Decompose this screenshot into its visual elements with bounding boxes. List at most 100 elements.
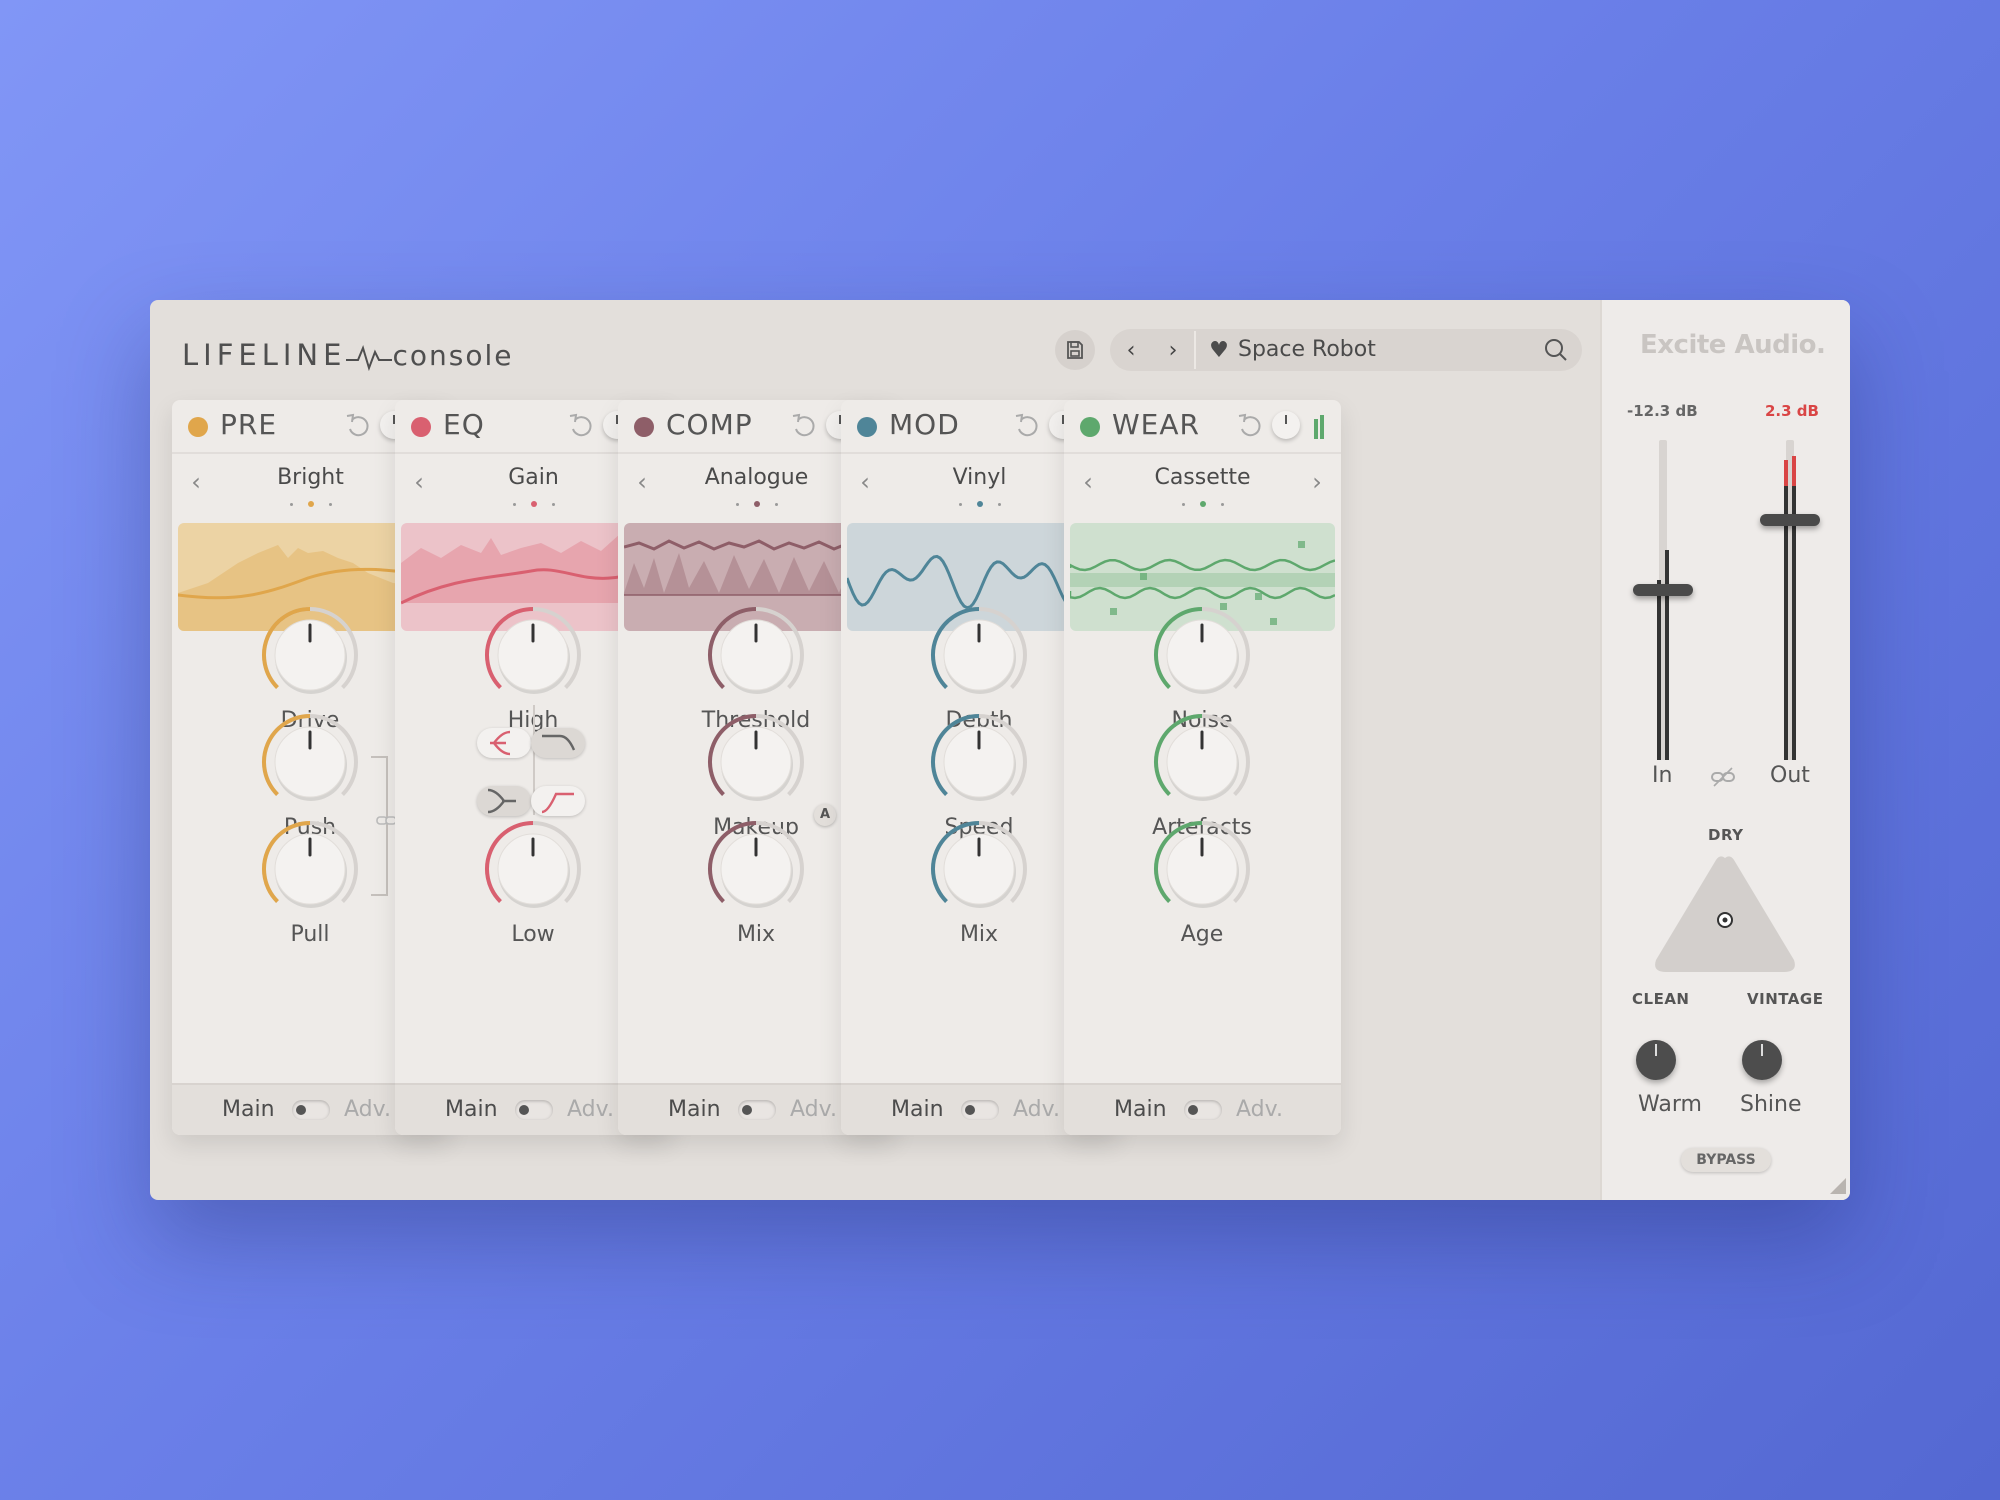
low-knob[interactable] — [483, 819, 583, 919]
module-mod-preset-name[interactable]: Vinyl — [881, 465, 1078, 490]
module-pre-view-toggle[interactable] — [292, 1100, 330, 1120]
module-pre-main-tab[interactable]: Main — [222, 1097, 275, 1122]
search-icon[interactable] — [1540, 334, 1572, 366]
preset-divider — [1194, 331, 1196, 369]
module-comp-preset-prev[interactable]: ‹ — [630, 468, 654, 496]
logo-text-console: console — [392, 338, 514, 372]
input-label: In — [1652, 763, 1673, 788]
input-level-meter-left — [1657, 580, 1661, 760]
mix-knob[interactable] — [929, 819, 1029, 919]
module-eq-view-toggle[interactable] — [515, 1100, 553, 1120]
warm-knob[interactable] — [1636, 1040, 1676, 1080]
reset-icon[interactable] — [1236, 411, 1264, 439]
module-comp-view-toggle[interactable] — [738, 1100, 776, 1120]
preset-dot — [1182, 502, 1185, 506]
module-wear-footer: Main Adv. — [1064, 1083, 1341, 1135]
eq-filter-row-1 — [477, 728, 587, 758]
save-preset-button[interactable] — [1055, 330, 1095, 370]
module-eq-adv-tab[interactable]: Adv. — [567, 1097, 614, 1122]
preset-name[interactable]: Space Robot — [1238, 329, 1376, 371]
eq-filter-high-shelf-button[interactable] — [531, 728, 585, 758]
module-wear-power-toggle[interactable] — [1080, 417, 1100, 437]
module-wear-main-tab[interactable]: Main — [1114, 1097, 1167, 1122]
output-level-meter-right — [1792, 456, 1796, 760]
push-knob[interactable] — [260, 712, 360, 812]
module-comp-main-tab[interactable]: Main — [668, 1097, 721, 1122]
module-eq-preset-dots — [513, 500, 555, 508]
output-fader[interactable] — [1760, 440, 1820, 760]
module-eq-main-tab[interactable]: Main — [445, 1097, 498, 1122]
module-comp-power-toggle[interactable] — [634, 417, 654, 437]
module-comp-title: COMP — [666, 408, 753, 441]
save-icon — [1067, 341, 1083, 359]
module-mod-main-tab[interactable]: Main — [891, 1097, 944, 1122]
module-comp-adv-tab[interactable]: Adv. — [790, 1097, 837, 1122]
input-fader[interactable] — [1633, 440, 1693, 760]
module-wear-view-toggle[interactable] — [1184, 1100, 1222, 1120]
input-fader-handle[interactable] — [1633, 584, 1693, 597]
brand-logo: Excite Audio. — [1640, 330, 1826, 360]
module-comp-preset-name[interactable]: Analogue — [658, 465, 855, 490]
module-mod-title: MOD — [889, 408, 960, 441]
artefacts-knob[interactable] — [1152, 712, 1252, 812]
low-label: Low — [511, 922, 555, 947]
resize-handle-icon[interactable] — [1830, 1178, 1846, 1194]
module-eq-preset-prev[interactable]: ‹ — [407, 468, 431, 496]
module-wear-preset-dots — [1182, 500, 1224, 508]
module-pre-adv-tab[interactable]: Adv. — [344, 1097, 391, 1122]
age-knob[interactable] — [1152, 819, 1252, 919]
drive-knob[interactable] — [260, 605, 360, 705]
shine-knob[interactable] — [1742, 1040, 1782, 1080]
module-eq-power-toggle[interactable] — [411, 417, 431, 437]
module-pre-preset-prev[interactable]: ‹ — [184, 468, 208, 496]
reset-icon[interactable] — [790, 411, 818, 439]
high-knob[interactable] — [483, 605, 583, 705]
character-triangle-pad[interactable] — [1650, 850, 1800, 980]
output-fader-handle[interactable] — [1760, 514, 1820, 526]
mix-label: Mix — [959, 922, 999, 947]
module-eq-title: EQ — [443, 408, 485, 441]
module-wear-preset-prev[interactable]: ‹ — [1076, 468, 1100, 496]
threshold-knob[interactable] — [706, 605, 806, 705]
mix-knob[interactable] — [706, 819, 806, 919]
noise-knob[interactable] — [1152, 605, 1252, 705]
preset-prev-button[interactable]: ‹ — [1110, 329, 1152, 371]
module-mod-adv-tab[interactable]: Adv. — [1013, 1097, 1060, 1122]
speed-knob[interactable] — [929, 712, 1029, 812]
module-pre-preset-dots — [290, 500, 332, 508]
module-mod-knob-mix: Mix — [914, 819, 1044, 949]
heart-icon[interactable]: ♥ — [1204, 329, 1234, 371]
plugin-window: LIFELINE console ‹ › ♥ Space Robot PRE‹›… — [150, 300, 1850, 1200]
preset-dot — [977, 501, 983, 507]
reset-icon[interactable] — [1013, 411, 1041, 439]
module-wear-title: WEAR — [1112, 408, 1200, 441]
module-mod-view-toggle[interactable] — [961, 1100, 999, 1120]
module-mod-power-toggle[interactable] — [857, 417, 877, 437]
filter-icon — [541, 792, 574, 814]
pull-label: Pull — [290, 922, 330, 947]
preset-next-button[interactable]: › — [1152, 329, 1194, 371]
module-wear-header: WEAR — [1064, 400, 1341, 454]
output-label: Out — [1770, 763, 1810, 788]
eq-filter-bell-alt-button[interactable] — [477, 786, 531, 816]
module-pre-preset-name[interactable]: Bright — [212, 465, 409, 490]
module-pre-power-toggle[interactable] — [188, 417, 208, 437]
eq-filter-low-shelf-button[interactable] — [531, 786, 585, 816]
pull-knob[interactable] — [260, 819, 360, 919]
link-icon[interactable] — [1710, 766, 1736, 788]
module-comp-auto-makeup-toggle[interactable]: A — [814, 804, 836, 826]
bypass-button[interactable]: BYPASS — [1681, 1148, 1771, 1172]
output-level-meter-left — [1784, 462, 1788, 760]
reset-icon[interactable] — [567, 411, 595, 439]
eq-filter-bell-button[interactable] — [477, 728, 531, 758]
makeup-knob[interactable] — [706, 712, 806, 812]
output-clip-meter-left — [1784, 460, 1788, 486]
depth-knob[interactable] — [929, 605, 1029, 705]
module-wear-adv-tab[interactable]: Adv. — [1236, 1097, 1283, 1122]
module-wear-preset-next[interactable]: › — [1305, 468, 1329, 496]
reset-icon[interactable] — [344, 411, 372, 439]
module-eq-preset-name[interactable]: Gain — [435, 465, 632, 490]
module-wear-level-knob[interactable] — [1272, 411, 1300, 439]
module-wear-preset-name[interactable]: Cassette — [1104, 465, 1301, 490]
module-mod-preset-prev[interactable]: ‹ — [853, 468, 877, 496]
